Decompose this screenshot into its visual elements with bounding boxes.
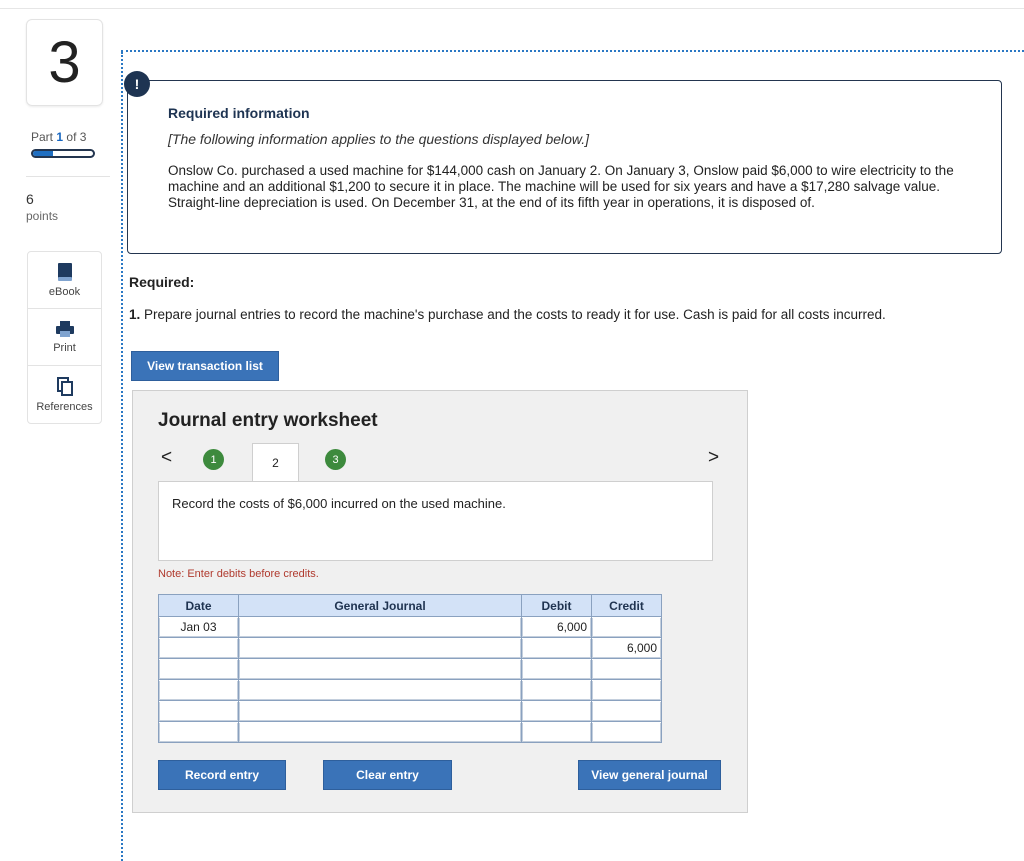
date-input-cell <box>158 700 239 722</box>
date-input-cell <box>158 721 239 743</box>
tools-panel: eBook Print References <box>27 251 102 424</box>
date-input-cell <box>158 658 239 680</box>
credit-input-cell <box>591 616 662 638</box>
references-label: References <box>36 400 93 413</box>
credit-input[interactable] <box>592 617 661 637</box>
debit-input[interactable]: 6,000 <box>522 617 591 637</box>
account-input[interactable] <box>239 701 521 721</box>
question-text: 1. Prepare journal entries to record the… <box>129 307 886 322</box>
debit-input-cell <box>521 637 592 659</box>
table-row <box>158 721 662 743</box>
clear-entry-button[interactable]: Clear entry <box>323 760 452 790</box>
account-input-cell <box>238 679 522 701</box>
credit-input-cell <box>591 658 662 680</box>
debit-input[interactable] <box>522 722 591 742</box>
date-input-cell <box>158 637 239 659</box>
top-divider <box>0 8 1024 9</box>
part-progress-fill <box>33 151 53 156</box>
worksheet-title: Journal entry worksheet <box>158 410 378 431</box>
credit-input[interactable] <box>592 659 661 679</box>
print-button[interactable]: Print <box>28 309 101 366</box>
question-number: 3 <box>26 19 103 106</box>
credit-input-cell <box>591 700 662 722</box>
journal-worksheet-panel: Journal entry worksheet < 1 2 3 > Record… <box>132 390 748 813</box>
entry-note: Note: Enter debits before credits. <box>158 568 319 580</box>
table-row: Jan 03 6,000 <box>158 616 662 638</box>
step-3-button[interactable]: 3 <box>325 449 346 470</box>
alert-icon: ! <box>124 71 150 97</box>
record-entry-button[interactable]: Record entry <box>158 760 286 790</box>
book-icon <box>57 263 72 281</box>
printer-icon <box>55 321 74 337</box>
prev-step-chevron-icon[interactable]: < <box>161 447 172 469</box>
debit-input[interactable] <box>522 638 591 658</box>
account-input-cell <box>238 721 522 743</box>
credit-input[interactable] <box>592 680 661 700</box>
info-body: Onslow Co. purchased a used machine for … <box>168 163 954 210</box>
credit-input-cell <box>591 679 662 701</box>
credit-input[interactable] <box>592 722 661 742</box>
info-title: Required information <box>168 105 310 121</box>
debit-input-cell: 6,000 <box>521 616 592 638</box>
ebook-button[interactable]: eBook <box>28 252 101 309</box>
required-heading: Required: <box>129 274 195 290</box>
debit-input-cell <box>521 658 592 680</box>
journal-table: Date General Journal Debit Credit Jan 03… <box>158 594 662 743</box>
general-journal-column-header: General Journal <box>238 594 522 617</box>
ebook-label: eBook <box>48 286 81 298</box>
info-subtitle: [The following information applies to th… <box>168 131 590 147</box>
account-input[interactable] <box>239 722 521 742</box>
date-input-cell <box>158 679 239 701</box>
dotted-guide-vertical <box>121 52 123 861</box>
debit-input-cell <box>521 700 592 722</box>
debit-input[interactable] <box>522 659 591 679</box>
date-input[interactable] <box>159 659 238 679</box>
date-input-cell: Jan 03 <box>158 616 239 638</box>
date-column-header: Date <box>158 594 239 617</box>
credit-input[interactable]: 6,000 <box>592 638 661 658</box>
credit-input-cell <box>591 721 662 743</box>
part-progress-bar <box>31 149 95 158</box>
table-row <box>158 658 662 680</box>
view-transaction-list-button[interactable]: View transaction list <box>131 351 279 381</box>
part-indicator: Part 1 of 3 <box>31 130 87 144</box>
table-row <box>158 679 662 701</box>
next-step-chevron-icon[interactable]: > <box>708 447 719 469</box>
points-value: 6 <box>26 191 34 207</box>
credit-column-header: Credit <box>591 594 662 617</box>
account-input-cell <box>238 658 522 680</box>
account-input-cell <box>238 700 522 722</box>
date-input[interactable]: Jan 03 <box>159 617 238 637</box>
rail-divider <box>26 176 110 177</box>
step-2-tab[interactable]: 2 <box>252 443 299 482</box>
account-input[interactable] <box>239 659 521 679</box>
debit-column-header: Debit <box>521 594 592 617</box>
view-general-journal-button[interactable]: View general journal <box>578 760 721 790</box>
account-input-cell <box>238 616 522 638</box>
debit-input-cell <box>521 679 592 701</box>
account-input-cell <box>238 637 522 659</box>
print-label: Print <box>53 342 76 354</box>
required-info-box: Required information [The following info… <box>127 80 1002 254</box>
dotted-guide-horizontal <box>121 50 1024 52</box>
account-input[interactable] <box>239 617 521 637</box>
debit-input-cell <box>521 721 592 743</box>
date-input[interactable] <box>159 722 238 742</box>
table-row <box>158 700 662 722</box>
credit-input[interactable] <box>592 701 661 721</box>
table-row: 6,000 <box>158 637 662 659</box>
account-input[interactable] <box>239 638 521 658</box>
date-input[interactable] <box>159 680 238 700</box>
account-input[interactable] <box>239 680 521 700</box>
debit-input[interactable] <box>522 680 591 700</box>
debit-input[interactable] <box>522 701 591 721</box>
step-1-button[interactable]: 1 <box>203 449 224 470</box>
documents-icon <box>56 376 73 396</box>
credit-input-cell: 6,000 <box>591 637 662 659</box>
date-input[interactable] <box>159 638 238 658</box>
date-input[interactable] <box>159 701 238 721</box>
entry-description: Record the costs of $6,000 incurred on t… <box>158 481 713 561</box>
points-label: points <box>26 209 59 223</box>
references-button[interactable]: References <box>28 366 101 423</box>
